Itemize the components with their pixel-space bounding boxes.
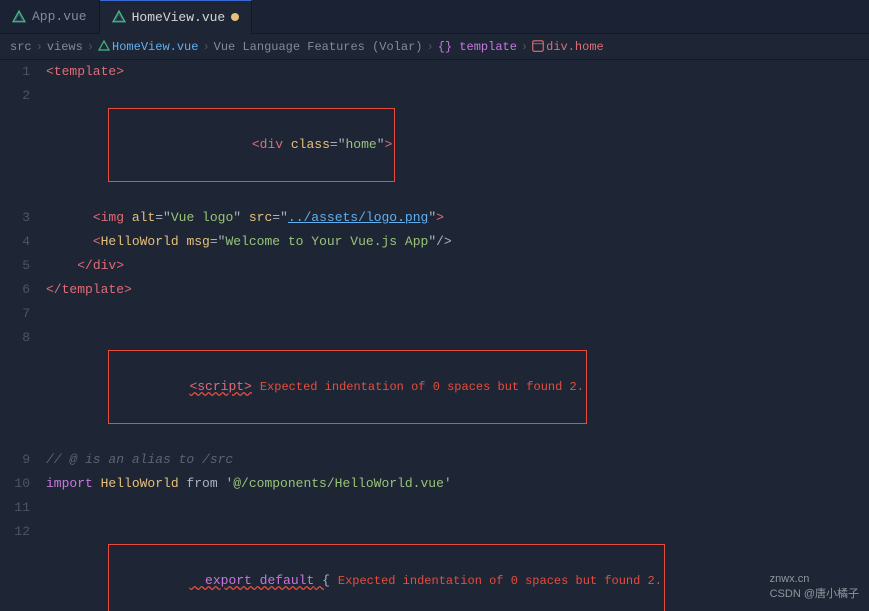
line-content-9: // @ is an alias to /src xyxy=(42,448,869,472)
breadcrumb-div-home: div.home xyxy=(532,40,604,54)
breadcrumb-sep-4: › xyxy=(427,40,434,54)
watermark: znwx.cn CSDN @唐小橘子 xyxy=(770,573,859,601)
code-line-11: 11 xyxy=(0,496,869,520)
line-num-1: 1 xyxy=(0,60,42,84)
line-num-3: 3 xyxy=(0,206,42,230)
code-line-5: 5 </div> xyxy=(0,254,869,278)
tab-app-vue[interactable]: App.vue xyxy=(0,0,100,34)
tab-homeview-vue-label: HomeView.vue xyxy=(132,10,226,25)
code-line-12: 12 export default {Expected indentation … xyxy=(0,520,869,611)
code-line-8: 8 <script>Expected indentation of 0 spac… xyxy=(0,326,869,448)
breadcrumb-sep-5: › xyxy=(521,40,528,54)
line-num-6: 6 xyxy=(0,278,42,302)
line-content-12: export default {Expected indentation of … xyxy=(42,520,869,611)
tab-homeview-vue[interactable]: HomeView.vue xyxy=(100,0,253,34)
line-content-2: <div class="home"> xyxy=(42,84,869,206)
watermark-site: znwx.cn xyxy=(770,573,810,585)
line-num-12: 12 xyxy=(0,520,42,611)
code-line-10: 10 import HelloWorld from '@/components/… xyxy=(0,472,869,496)
code-line-7: 7 xyxy=(0,302,869,326)
line-num-7: 7 xyxy=(0,302,42,326)
breadcrumb-volar: Vue Language Features (Volar) xyxy=(214,40,423,54)
code-line-4: 4 <HelloWorld msg="Welcome to Your Vue.j… xyxy=(0,230,869,254)
breadcrumb-sep-3: › xyxy=(202,40,209,54)
line-content-7 xyxy=(42,302,869,326)
error-msg-export: Expected indentation of 0 spaces but fou… xyxy=(338,574,662,588)
line-content-10: import HelloWorld from '@/components/Hel… xyxy=(42,472,869,496)
line-num-8: 8 xyxy=(0,326,42,448)
line-num-9: 9 xyxy=(0,448,42,472)
code-editor: 1 <template> 2 <div class="home"> 3 <img… xyxy=(0,60,869,611)
breadcrumb-sep-2: › xyxy=(87,40,94,54)
line-content-8: <script>Expected indentation of 0 spaces… xyxy=(42,326,869,448)
line-content-11 xyxy=(42,496,869,520)
code-line-9: 9 // @ is an alias to /src xyxy=(0,448,869,472)
code-line-3: 3 <img alt="Vue logo" src="../assets/log… xyxy=(0,206,869,230)
watermark-author: CSDN @唐小橘子 xyxy=(770,588,859,600)
line-content-3: <img alt="Vue logo" src="../assets/logo.… xyxy=(42,206,869,230)
line-content-1: <template> xyxy=(42,60,869,84)
code-line-2: 2 <div class="home"> xyxy=(0,84,869,206)
line-num-4: 4 xyxy=(0,230,42,254)
line-num-11: 11 xyxy=(0,496,42,520)
code-lines: 1 <template> 2 <div class="home"> 3 <img… xyxy=(0,60,869,611)
breadcrumb-sep-1: › xyxy=(36,40,43,54)
line-content-5: </div> xyxy=(42,254,869,278)
breadcrumb-views: views xyxy=(47,40,83,54)
modified-dot xyxy=(231,13,239,21)
breadcrumb-template: {} template xyxy=(438,40,517,54)
error-msg-script: Expected indentation of 0 spaces but fou… xyxy=(260,380,584,394)
breadcrumb-src: src xyxy=(10,40,32,54)
tab-app-vue-label: App.vue xyxy=(32,9,87,24)
code-line-1: 1 <template> xyxy=(0,60,869,84)
line-num-5: 5 xyxy=(0,254,42,278)
code-line-6: 6 </template> xyxy=(0,278,869,302)
breadcrumb-homeview: HomeView.vue xyxy=(98,40,198,54)
tab-bar: App.vue HomeView.vue xyxy=(0,0,869,34)
line-num-10: 10 xyxy=(0,472,42,496)
line-num-2: 2 xyxy=(0,84,42,206)
line-content-4: <HelloWorld msg="Welcome to Your Vue.js … xyxy=(42,230,869,254)
breadcrumb: src › views › HomeView.vue › Vue Languag… xyxy=(0,34,869,60)
line-content-6: </template> xyxy=(42,278,869,302)
